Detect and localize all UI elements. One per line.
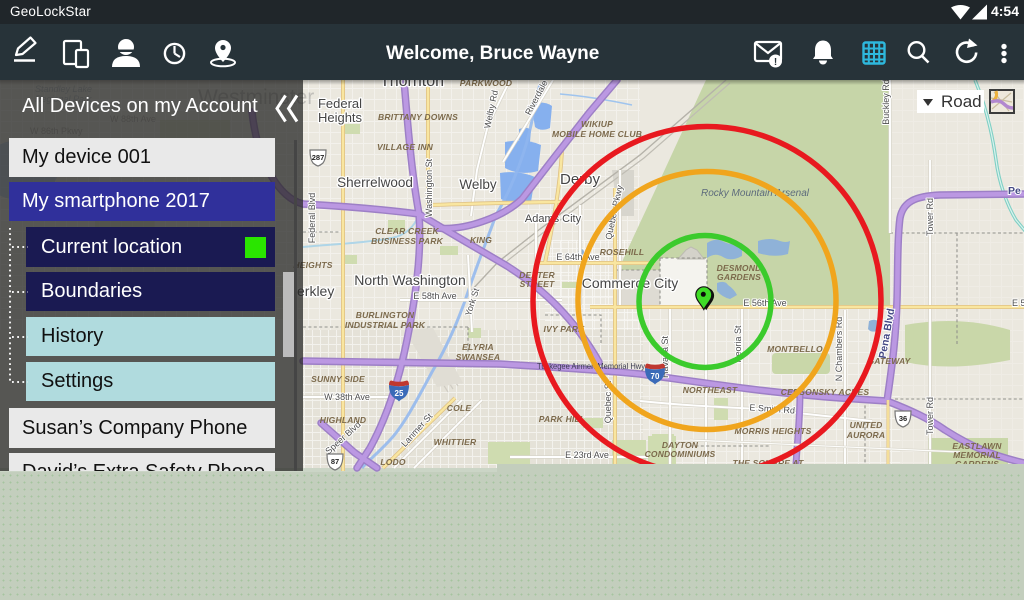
svg-text:Pe: Pe xyxy=(1008,185,1021,197)
svg-text:LODO: LODO xyxy=(380,457,406,467)
svg-text:Federal: Federal xyxy=(318,96,362,111)
svg-text:AURORA: AURORA xyxy=(846,430,886,440)
svg-text:E 56th Ave: E 56th Ave xyxy=(743,298,786,308)
svg-text:UNITED: UNITED xyxy=(850,420,883,430)
svg-text:Welby: Welby xyxy=(459,177,497,192)
svg-text:25: 25 xyxy=(395,389,404,398)
svg-text:36: 36 xyxy=(899,414,907,423)
svg-text:Federal Blvd: Federal Blvd xyxy=(307,193,317,244)
svg-text:COLE: COLE xyxy=(447,403,472,413)
svg-text:HIGHLAND: HIGHLAND xyxy=(320,415,366,425)
svg-text:287: 287 xyxy=(312,153,325,162)
svg-text:North Washington: North Washington xyxy=(354,272,466,288)
svg-text:BURLINGTON: BURLINGTON xyxy=(356,310,415,320)
svg-text:BUSINESS PARK: BUSINESS PARK xyxy=(371,236,444,246)
svg-text:Sherrelwood: Sherrelwood xyxy=(337,175,413,190)
svg-text:MONTBELLO: MONTBELLO xyxy=(767,344,823,354)
svg-text:SUNNY SIDE: SUNNY SIDE xyxy=(311,374,365,384)
svg-text:Rocky Mountain Arsenal: Rocky Mountain Arsenal xyxy=(701,188,810,199)
svg-text:E 23rd Ave: E 23rd Ave xyxy=(565,450,609,460)
svg-text:BRITTANY DOWNS: BRITTANY DOWNS xyxy=(378,112,458,122)
svg-text:CONDOMINIUMS: CONDOMINIUMS xyxy=(645,449,716,459)
svg-text:SWANSEA: SWANSEA xyxy=(456,352,500,362)
svg-text:Tower Rd: Tower Rd xyxy=(925,397,935,435)
svg-text:W 38th Ave: W 38th Ave xyxy=(324,392,370,402)
svg-text:Tower Rd: Tower Rd xyxy=(925,198,935,236)
svg-text:ROSEHILL: ROSEHILL xyxy=(600,247,645,257)
svg-text:E 64th Ave: E 64th Ave xyxy=(556,252,599,262)
svg-text:ELYRIA: ELYRIA xyxy=(462,342,494,352)
svg-text:Heights: Heights xyxy=(318,110,363,125)
svg-text:Washington St: Washington St xyxy=(424,158,434,217)
svg-text:MORRIS HEIGHTS: MORRIS HEIGHTS xyxy=(735,426,812,436)
svg-text:NORTHEAST: NORTHEAST xyxy=(683,385,738,395)
svg-text:E 58th Ave: E 58th Ave xyxy=(413,291,456,301)
svg-text:WHITTIER: WHITTIER xyxy=(434,437,477,447)
svg-text:Buckley Rd: Buckley Rd xyxy=(881,80,891,125)
svg-text:!: ! xyxy=(774,57,777,68)
svg-text:INDUSTRIAL PARK: INDUSTRIAL PARK xyxy=(345,320,426,330)
svg-text:STREET: STREET xyxy=(520,279,555,289)
svg-text:CLEAR CREEK: CLEAR CREEK xyxy=(375,226,439,236)
svg-text:Commerce City: Commerce City xyxy=(582,275,678,291)
svg-text:GARDENS: GARDENS xyxy=(717,272,761,282)
svg-text:E 5: E 5 xyxy=(1012,298,1024,308)
svg-text:KING: KING xyxy=(470,235,492,245)
svg-text:MOBILE HOME CLUB: MOBILE HOME CLUB xyxy=(552,129,642,139)
svg-text:70: 70 xyxy=(651,372,660,381)
svg-text:WIKIUP: WIKIUP xyxy=(581,119,613,129)
svg-text:VILLAGE INN: VILLAGE INN xyxy=(377,142,434,152)
svg-text:87: 87 xyxy=(331,457,339,466)
